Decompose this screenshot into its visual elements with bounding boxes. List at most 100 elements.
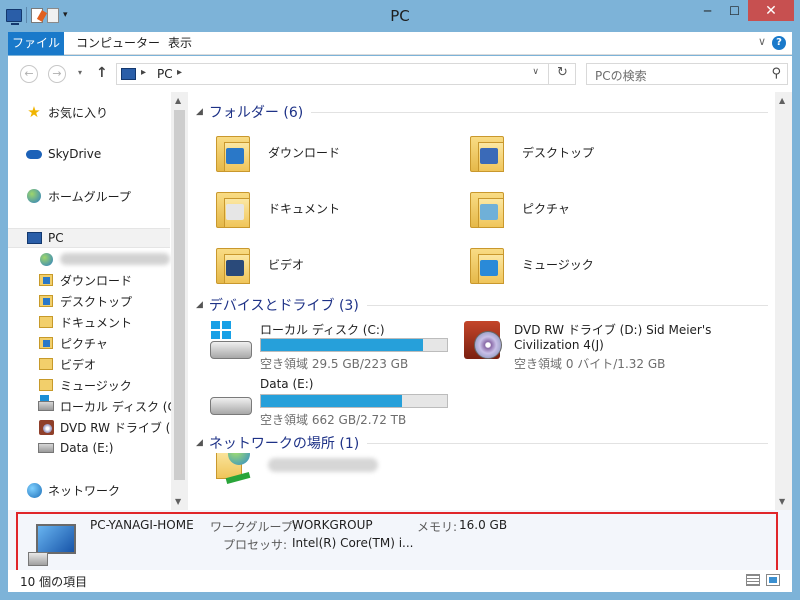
folder-label: ダウンロード [268, 145, 341, 160]
nav-item-local-disk-c[interactable]: ローカル ディスク (C:) [38, 395, 185, 416]
scrollbar-thumb[interactable] [174, 110, 185, 480]
tab-file[interactable]: ファイル [8, 32, 64, 55]
memory-label: メモリ: [417, 520, 458, 534]
star-icon: ★ [27, 103, 41, 121]
explorer-window: ▾ PC ─ ☐ ✕ ファイル コンピューター 表示 ∨ ? ← → ▾ ↑ ▸… [0, 0, 800, 600]
nav-item-label: ダウンロード [60, 273, 133, 288]
nav-item-pc[interactable]: PC [8, 228, 170, 248]
documents-folder-icon [38, 314, 54, 330]
nav-item-label: SkyDrive [48, 147, 102, 161]
nav-item-label: デスクトップ [60, 294, 133, 309]
nav-item-network[interactable]: ネットワーク [26, 480, 120, 500]
workgroup-value: WORKGROUP [292, 518, 373, 532]
large-icons-view-icon[interactable] [766, 574, 780, 586]
nav-item-label: ホームグループ [48, 189, 131, 204]
group-header-folders[interactable]: ◢ フォルダー (6) [196, 102, 768, 122]
title-bar: ▾ PC ─ ☐ ✕ [0, 0, 800, 32]
folder-tile-pictures[interactable]: ピクチャ [466, 186, 570, 230]
breadcrumb-arrow-icon[interactable]: ▸ [141, 67, 146, 78]
nav-item-desktop[interactable]: デスクトップ [38, 291, 132, 311]
drive-free-space: 空き領域 29.5 GB/223 GB [260, 357, 409, 371]
nav-item-videos[interactable]: ビデオ [38, 354, 96, 374]
collapse-icon[interactable]: ◢ [196, 438, 203, 448]
nav-item-label [60, 253, 170, 265]
scroll-down-icon[interactable]: ▼ [175, 497, 181, 506]
maximize-button[interactable]: ☐ [721, 0, 748, 21]
minimize-button[interactable]: ─ [694, 0, 721, 21]
group-title: ネットワークの場所 (1) [208, 436, 360, 452]
help-icon[interactable]: ? [772, 36, 786, 50]
collapse-icon[interactable]: ◢ [196, 107, 203, 117]
pictures-folder-icon [38, 335, 54, 351]
nav-scrollbar[interactable]: ▲ ▼ [171, 92, 188, 510]
up-button[interactable]: ↑ [96, 65, 108, 81]
search-icon[interactable]: ⚲ [771, 66, 781, 81]
nav-item-user-folder[interactable] [38, 249, 170, 269]
folder-label: ミュージック [522, 257, 594, 272]
folder-tile-desktop[interactable]: デスクトップ [466, 130, 594, 174]
scroll-down-icon[interactable]: ▼ [779, 497, 785, 506]
nav-item-dvd-drive[interactable]: DVD RW ドライブ (D: [38, 417, 184, 437]
folder-tile-music[interactable]: ミュージック [466, 242, 594, 286]
videos-folder-icon [212, 242, 256, 286]
folder-tile-downloads[interactable]: ダウンロード [212, 130, 340, 174]
nav-item-downloads[interactable]: ダウンロード [38, 270, 132, 290]
back-button[interactable]: ← [20, 65, 38, 83]
folder-badge [480, 204, 498, 220]
network-location-label [268, 458, 378, 472]
drive-tile-c[interactable]: ローカル ディスク (C:) 空き領域 29.5 GB/223 GB [208, 321, 458, 371]
drive-free-space: 空き領域 662 GB/2.72 TB [260, 413, 407, 427]
drive-tile-e[interactable]: Data (E:) 空き領域 662 GB/2.72 TB [208, 377, 458, 427]
recent-locations-icon[interactable]: ▾ [78, 68, 82, 77]
ribbon-tabs: ファイル コンピューター 表示 ∨ ? [8, 32, 792, 55]
nav-item-label: ドキュメント [60, 315, 133, 330]
status-bar: 10 個の項目 [8, 570, 792, 592]
tab-view[interactable]: 表示 [168, 32, 192, 55]
navigation-bar: ← → ▾ ↑ ▸ PC ▸ ∨ ↻ PCの検索 ⚲ [8, 56, 792, 92]
drive-icon [38, 440, 54, 456]
nav-item-homegroup[interactable]: ホームグループ [26, 186, 131, 206]
group-header-network[interactable]: ◢ ネットワークの場所 (1) [196, 433, 768, 453]
downloads-folder-icon [212, 130, 256, 174]
memory-value: 16.0 GB [459, 518, 508, 532]
nav-item-favorites[interactable]: ★ お気に入り [26, 102, 108, 122]
computer-icon [28, 524, 78, 566]
main-scrollbar[interactable]: ▲ ▼ [775, 92, 792, 510]
details-view-icon[interactable] [746, 574, 760, 586]
breadcrumb-pc[interactable]: PC [157, 67, 173, 81]
network-location-tile[interactable] [212, 443, 378, 485]
nav-item-documents[interactable]: ドキュメント [38, 312, 132, 332]
drive-usage-fill [261, 395, 403, 407]
nav-item-pictures[interactable]: ピクチャ [38, 333, 108, 353]
close-button[interactable]: ✕ [748, 0, 794, 21]
expand-ribbon-icon[interactable]: ∨ [758, 35, 766, 48]
desktop-folder-icon [466, 130, 510, 174]
tab-computer[interactable]: コンピューター [76, 32, 160, 55]
scroll-up-icon[interactable]: ▲ [175, 96, 181, 105]
nav-item-skydrive[interactable]: SkyDrive [26, 144, 101, 164]
computer-name: PC-YANAGI-HOME [90, 518, 194, 532]
breadcrumb-arrow-icon[interactable]: ▸ [177, 67, 182, 78]
address-bar[interactable]: ▸ PC ▸ ∨ [116, 63, 576, 85]
nav-item-music[interactable]: ミュージック [38, 375, 132, 395]
nav-item-label: ミュージック [60, 378, 132, 393]
drive-usage-bar [260, 338, 448, 352]
homegroup-icon [26, 188, 42, 204]
drive-icon [208, 377, 252, 417]
drive-tile-dvd[interactable]: DVD RW ドライブ (D:) Sid Meier's Civilizatio… [462, 321, 762, 371]
drive-free-space: 空き領域 0 バイト/1.32 GB [514, 357, 666, 371]
drive-icon [38, 395, 54, 414]
collapse-icon[interactable]: ◢ [196, 300, 203, 310]
forward-button[interactable]: → [48, 65, 66, 83]
address-dropdown-icon[interactable]: ∨ [532, 67, 539, 77]
search-input[interactable]: PCの検索 ⚲ [586, 63, 788, 85]
nav-item-data-e[interactable]: Data (E:) [38, 438, 113, 458]
folder-tile-videos[interactable]: ビデオ [212, 242, 304, 286]
pc-icon [26, 230, 42, 246]
refresh-button[interactable]: ↻ [548, 63, 576, 85]
folder-tile-documents[interactable]: ドキュメント [212, 186, 340, 230]
drive-name-line2: Civilization 4(J) [514, 338, 604, 352]
nav-item-label: ローカル ディスク (C:) [60, 399, 185, 414]
group-header-devices[interactable]: ◢ デバイスとドライブ (3) [196, 295, 768, 315]
scroll-up-icon[interactable]: ▲ [779, 96, 785, 105]
